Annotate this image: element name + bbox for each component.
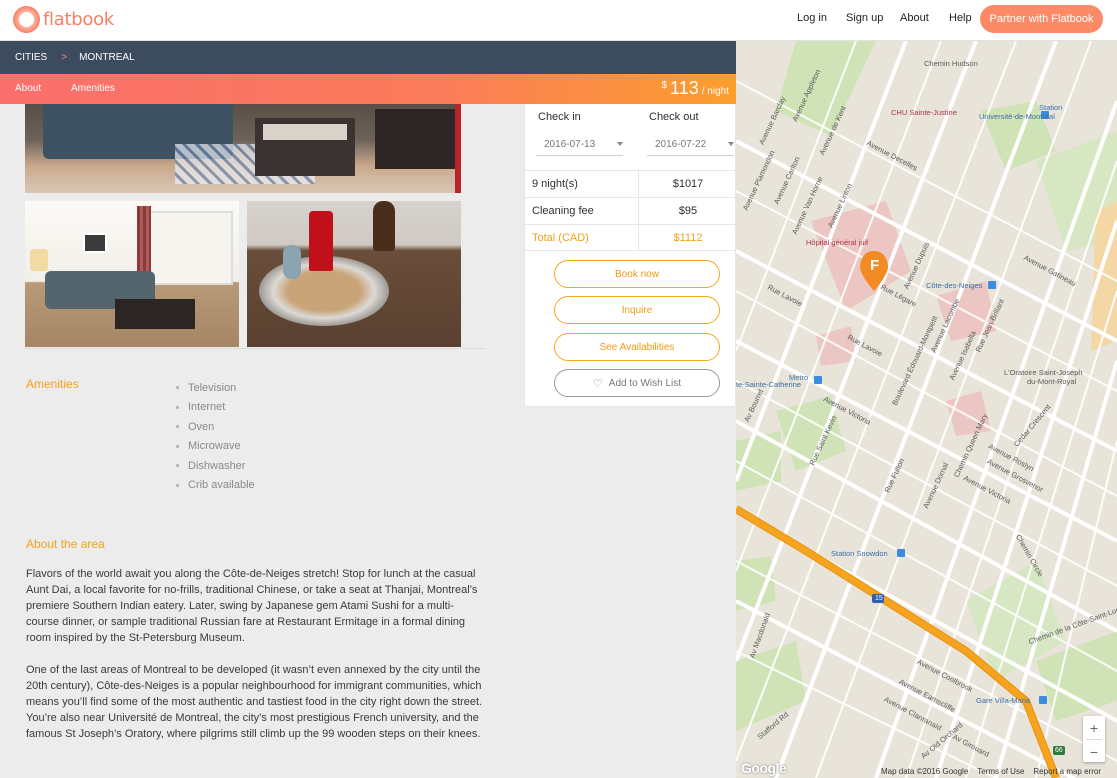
see-availabilities-button[interactable]: See Availabilities [554, 333, 720, 361]
map-label: Université-de-Montréal [979, 112, 1055, 121]
map-label: Gare Villa-Maria [976, 696, 1031, 705]
map-label: te-Sainte-Catherine [736, 380, 802, 389]
map-label: Côte-des-Neiges [926, 281, 983, 290]
map-pin-icon[interactable]: F [870, 257, 879, 274]
map-label: Chemin Hudson [924, 59, 978, 68]
map-report-link[interactable]: Report a map error [1033, 767, 1101, 776]
breadcrumb-separator: > [61, 52, 68, 63]
wishlist-label: Add to Wish List [608, 377, 682, 389]
tab-about[interactable]: About [15, 74, 41, 104]
logo[interactable]: flatbook [13, 6, 114, 33]
add-to-wishlist-button[interactable]: ♡ Add to Wish List [554, 369, 720, 397]
map-label: CHU Sainte-Justine [891, 108, 957, 117]
price-row-label: Total (CAD) [532, 232, 589, 244]
map-data-credit: Map data ©2016 Google [880, 766, 969, 776]
price-currency: $ [661, 80, 668, 91]
nav-signup[interactable]: Sign up [846, 0, 883, 36]
checkout-value: 2016-07-22 [655, 139, 707, 150]
amenity-item: Microwave [176, 437, 255, 457]
amenities-list: Television Internet Oven Microwave Dishw… [176, 378, 255, 495]
top-navbar: flatbook Log in Sign up About Help Partn… [0, 0, 1117, 41]
price-row-nights: 9 night(s) $1017 [525, 170, 737, 197]
listing-tabbar: About Amenities $ 113 / night [0, 74, 736, 104]
amenity-item: Oven [176, 417, 255, 437]
price-row-cleaning: Cleaning fee $95 [525, 197, 737, 224]
price-row-label: Cleaning fee [532, 205, 594, 217]
about-area-paragraph: Flavors of the world await you along the… [26, 568, 478, 644]
amenity-item: Internet [176, 398, 255, 418]
divider [25, 348, 485, 349]
route-shield: 15 [875, 595, 883, 602]
nav-help[interactable]: Help [949, 0, 972, 36]
chevron-down-icon [728, 142, 734, 146]
checkout-label: Check out [649, 111, 699, 123]
checkin-select[interactable]: 2016-07-13 [536, 134, 623, 156]
zoom-in-button[interactable]: + [1083, 716, 1105, 739]
price-row-value: $1017 [638, 171, 737, 197]
nav-login[interactable]: Log in [797, 0, 827, 36]
route-shield: 66 [1055, 747, 1063, 754]
checkout-select[interactable]: 2016-07-22 [647, 134, 734, 156]
listing-photo-decor[interactable] [247, 201, 461, 347]
logo-text: flatbook [43, 9, 114, 30]
partner-button[interactable]: Partner with Flatbook [980, 5, 1103, 33]
tab-amenities[interactable]: Amenities [71, 74, 115, 104]
checkin-label: Check in [538, 111, 581, 123]
price-unit: / night [701, 86, 729, 97]
listing-photo-sofa[interactable] [25, 201, 239, 347]
amenity-item: Television [176, 378, 255, 398]
inquire-button[interactable]: Inquire [554, 296, 720, 324]
booking-panel: Check in Check out 2016-07-13 2016-07-22… [524, 104, 737, 407]
map-label: du-Mont-Royal [1027, 377, 1077, 386]
breadcrumb-cities[interactable]: CITIES [15, 52, 47, 63]
zoom-out-button[interactable]: − [1083, 740, 1105, 763]
listing-photo-living-room[interactable] [25, 104, 461, 193]
chevron-down-icon [617, 142, 623, 146]
price-row-label: 9 night(s) [532, 178, 578, 190]
price-row-value: $95 [638, 198, 737, 224]
map-label: Hôpital général juif [806, 238, 869, 247]
amenities-title: Amenities [26, 377, 79, 391]
about-area-paragraph: One of the last areas of Montreal to be … [26, 664, 483, 740]
price-row-value: $1112 [638, 225, 737, 251]
map-label: Station Snowdon [831, 549, 888, 558]
map-zoom-control: + − [1083, 716, 1105, 762]
nightly-price: $ 113 / night [661, 78, 729, 99]
breadcrumb-montreal[interactable]: MONTREAL [79, 52, 135, 63]
breadcrumb: CITIES > MONTREAL [0, 41, 736, 74]
logo-icon [13, 6, 40, 33]
map-label: Station [1039, 103, 1063, 112]
map-label: L'Oratoire Saint-Joseph [1004, 368, 1083, 377]
heart-icon: ♡ [592, 377, 603, 390]
map[interactable]: Chemin Hudson Station Université-de-Mont… [736, 41, 1117, 778]
book-now-button[interactable]: Book now [554, 260, 720, 288]
map-footer: Map data ©2016 Google Terms of Use Repor… [736, 764, 1117, 778]
price-amount: 113 [670, 78, 699, 98]
price-row-total: Total (CAD) $1112 [525, 224, 737, 251]
amenity-item: Crib available [176, 476, 255, 496]
map-terms-link[interactable]: Terms of Use [977, 767, 1024, 776]
about-area-title: About the area [26, 537, 105, 551]
amenity-item: Dishwasher [176, 456, 255, 476]
checkin-value: 2016-07-13 [544, 139, 596, 150]
nav-about[interactable]: About [900, 0, 929, 36]
